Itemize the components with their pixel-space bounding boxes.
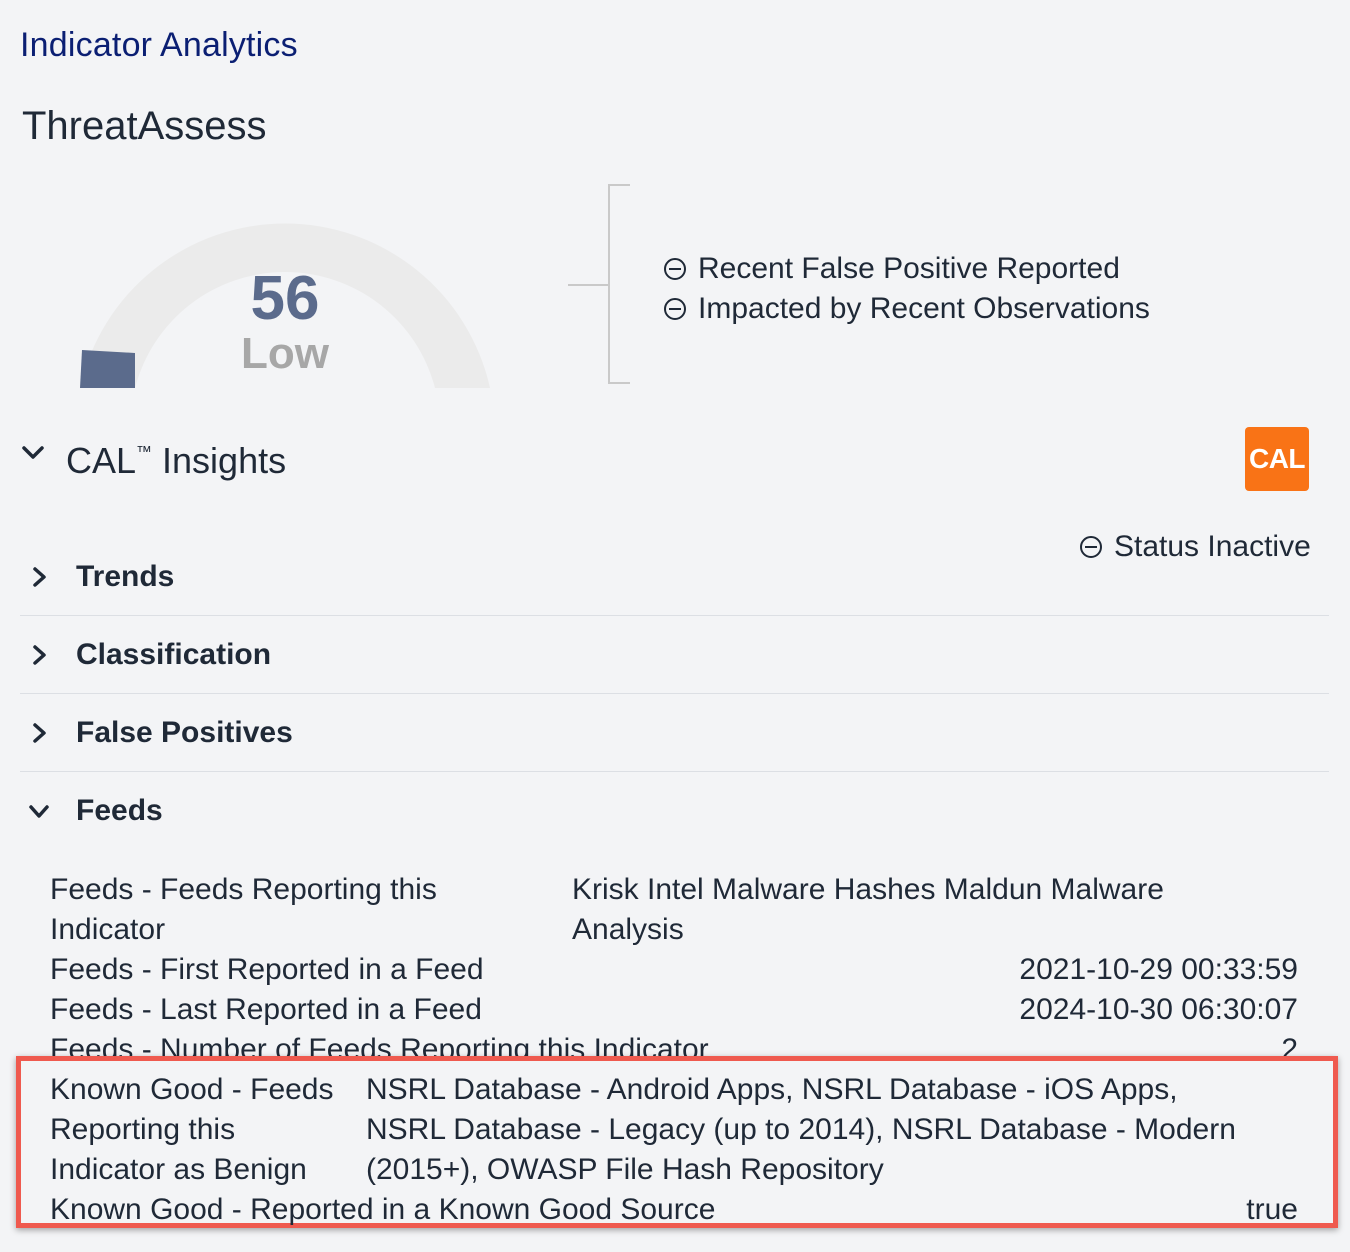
threat-level: Low [241, 329, 329, 378]
chevron-right-icon [33, 644, 46, 665]
threat-score: 56 [250, 264, 320, 333]
accordion-label: False Positives [76, 715, 293, 749]
bracket-top [608, 184, 630, 186]
threatassess-title: ThreatAssess [22, 104, 267, 148]
accordion-feeds[interactable]: Feeds [20, 772, 1329, 850]
factor-label: Impacted by Recent Observations [698, 292, 1150, 325]
chevron-down-icon[interactable] [20, 440, 46, 466]
first-reported-value: 2021-10-29 00:33:59 [1019, 953, 1298, 986]
first-reported-label: Feeds - First Reported in a Feed [50, 953, 484, 986]
chevron-right-icon [33, 566, 46, 587]
accordion-label: Feeds [76, 794, 163, 827]
accordion-trends[interactable]: Trends [20, 538, 1329, 616]
cal-logo: CAL [1245, 427, 1309, 491]
known-good-source-value: true [1246, 1193, 1298, 1226]
accordion-label: Trends [76, 559, 175, 593]
known-good-feeds-label: Known Good - Feeds Reporting this Indica… [50, 1073, 334, 1186]
minus-circle-icon [664, 298, 686, 320]
known-good-feeds-value: NSRL Database - Android Apps, NSRL Datab… [366, 1073, 1236, 1186]
factor-false-positive: Recent False Positive Reported [664, 252, 1120, 286]
accordion-false-positives[interactable]: False Positives [20, 694, 1329, 772]
bracket-connector [568, 284, 610, 286]
page-title: Indicator Analytics [20, 26, 298, 64]
chevron-down-icon [29, 805, 49, 818]
accordion-classification[interactable]: Classification [20, 616, 1329, 694]
known-good-source-label: Known Good - Reported in a Known Good So… [50, 1193, 716, 1226]
feeds-reporting-label: Feeds - Feeds Reporting this Indicator [50, 873, 437, 946]
factor-recent-observations: Impacted by Recent Observations [664, 292, 1150, 326]
last-reported-label: Feeds - Last Reported in a Feed [50, 993, 482, 1026]
gauge-fill [80, 350, 135, 388]
accordion-label: Classification [76, 637, 272, 671]
bracket-line [608, 184, 610, 384]
bracket-bottom [608, 382, 630, 384]
feeds-reporting-value: Krisk Intel Malware Hashes Maldun Malwar… [572, 873, 1164, 946]
cal-insights-title[interactable]: CAL™ Insights [66, 440, 286, 482]
last-reported-value: 2024-10-30 06:30:07 [1019, 993, 1298, 1026]
factor-label: Recent False Positive Reported [698, 252, 1120, 285]
minus-circle-icon [664, 258, 686, 280]
chevron-right-icon [33, 722, 46, 743]
